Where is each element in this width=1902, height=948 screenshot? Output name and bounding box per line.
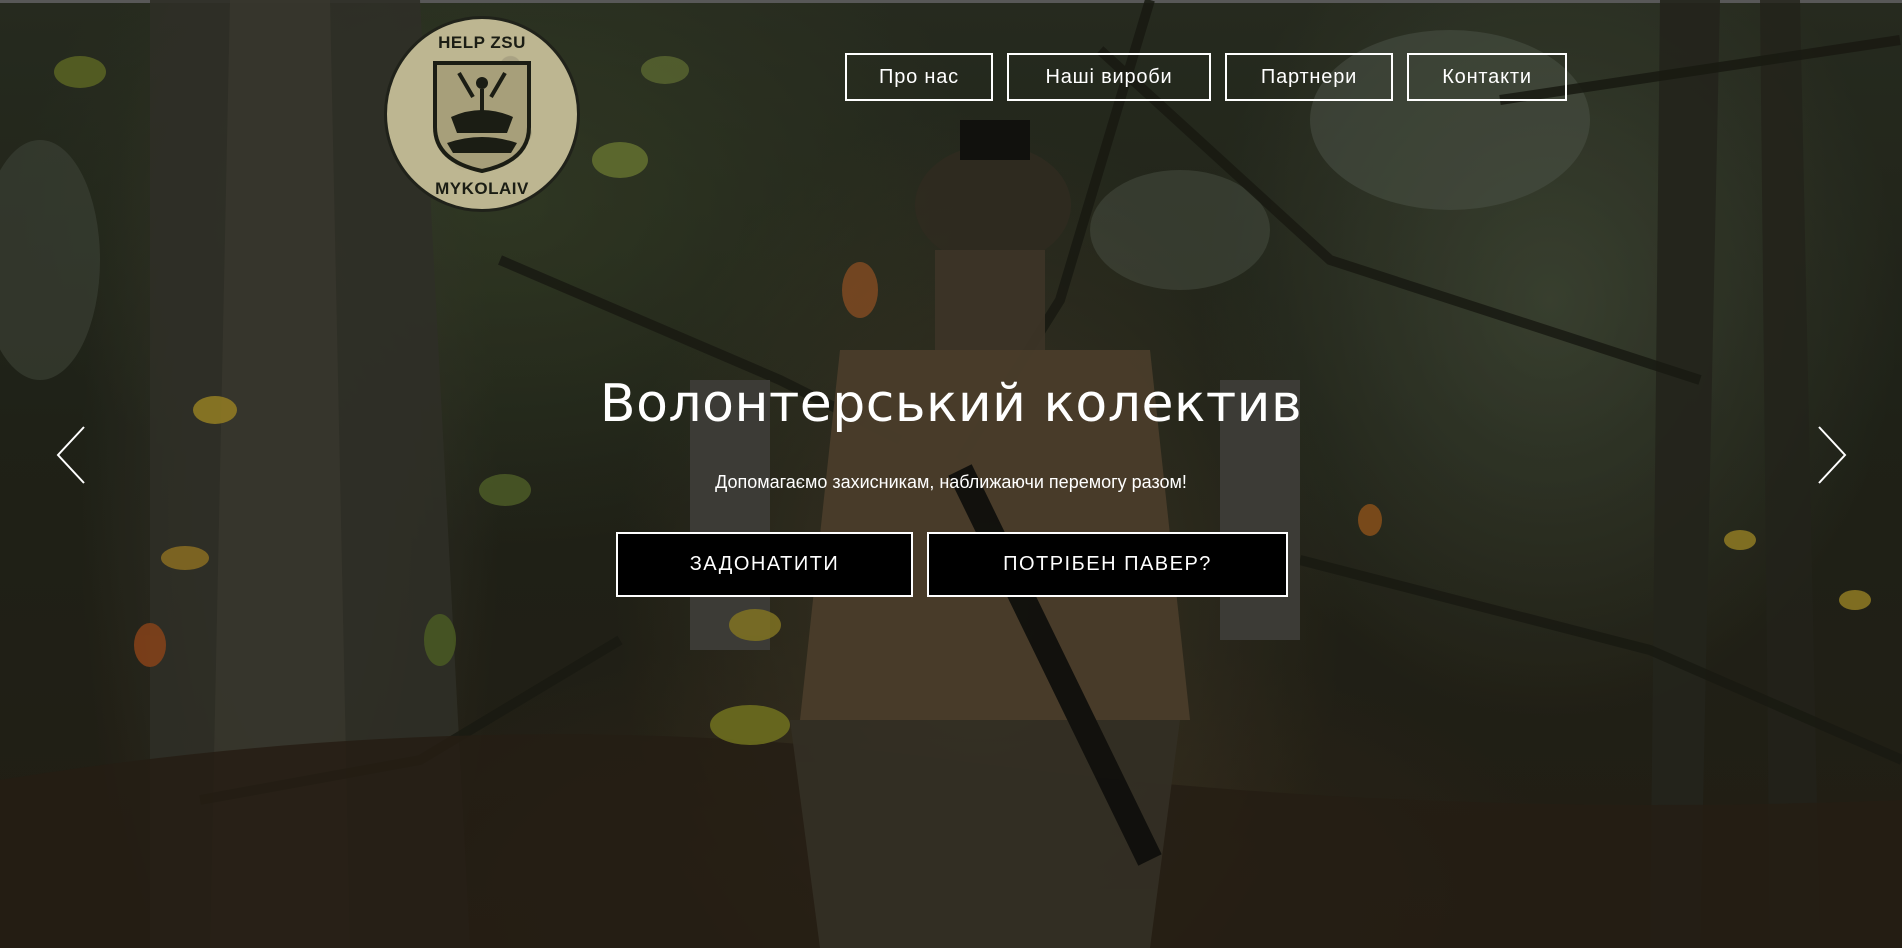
main-navigation: Про нас Наші вироби Партнери Контакти: [845, 53, 1567, 101]
hero-actions: ЗАДОНАТИТИ ПОТРІБЕН ПАВЕР?: [616, 532, 1288, 597]
logo[interactable]: HELP ZSU MYKOLAIV: [384, 16, 580, 212]
logo-text-bottom: MYKOLAIV: [435, 179, 529, 198]
nav-products-button[interactable]: Наші вироби: [1007, 53, 1211, 101]
logo-text-top: HELP ZSU: [438, 33, 526, 52]
crest-icon: [433, 61, 531, 174]
nav-about-button[interactable]: Про нас: [845, 53, 993, 101]
hero-subtitle: Допомагаємо захисникам, наближаючи перем…: [715, 472, 1187, 492]
donate-button[interactable]: ЗАДОНАТИТИ: [616, 532, 913, 597]
nav-partners-button[interactable]: Партнери: [1225, 53, 1393, 101]
hero-slider: HELP ZSU MYKOLAIV Про нас Наші вироби Па…: [0, 0, 1902, 948]
power-request-button[interactable]: ПОТРІБЕН ПАВЕР?: [927, 532, 1288, 597]
nav-contacts-button[interactable]: Контакти: [1407, 53, 1567, 101]
hero-title: Волонтерський колектив: [599, 374, 1303, 434]
